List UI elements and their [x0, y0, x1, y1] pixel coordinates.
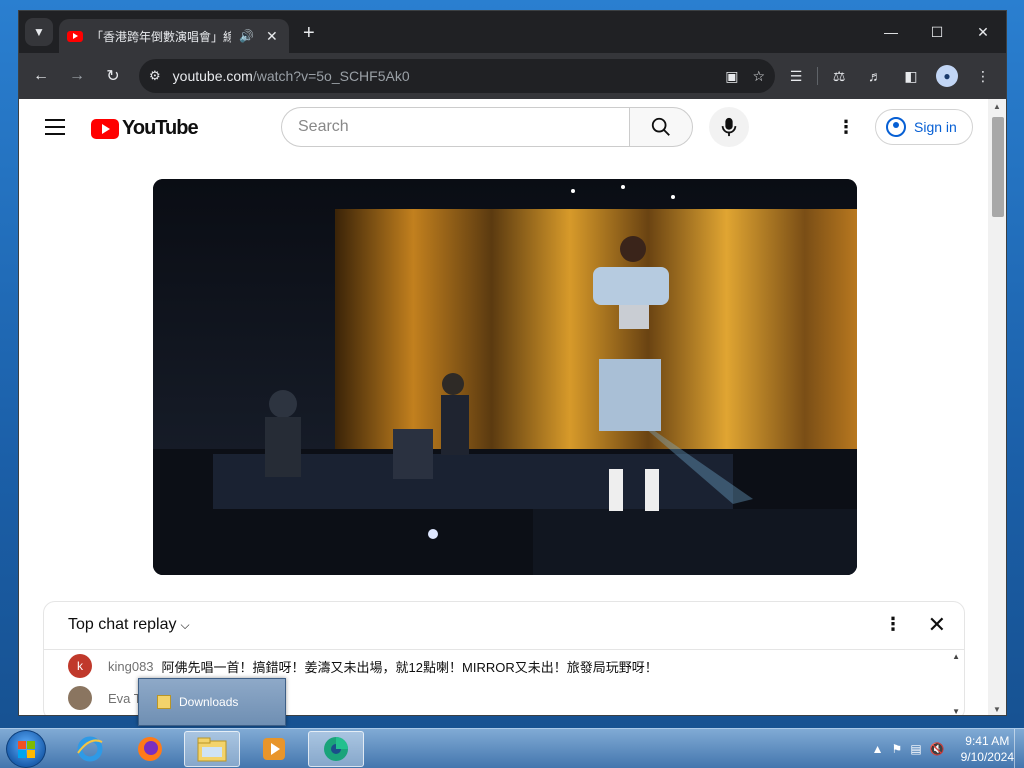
scroll-down-icon[interactable]: ▼	[993, 705, 1001, 714]
popup-label: Downloads	[179, 695, 239, 709]
scroll-up-icon[interactable]: ▲	[993, 102, 1001, 111]
window-controls: — ☐ ✕	[868, 11, 1006, 53]
chevron-down-icon: ⌵	[180, 618, 190, 632]
maximize-icon[interactable]: ☐	[914, 11, 960, 53]
scrollbar-thumb[interactable]	[992, 117, 1004, 217]
search-icon	[651, 117, 670, 136]
youtube-wordmark: YouTube	[122, 117, 199, 139]
clock-time: 9:41 AM	[965, 734, 1010, 748]
action-center-flag-icon[interactable]: ⚑	[892, 742, 903, 756]
chat-mode-dropdown[interactable]: Top chat replay ⌵	[68, 616, 190, 634]
taskbar-firefox[interactable]	[122, 731, 178, 767]
show-desktop-button[interactable]	[1014, 729, 1024, 768]
youtube-favicon-icon	[67, 30, 83, 42]
menu-kebab-icon[interactable]: ⋮	[968, 61, 998, 91]
chat-scroll-down-icon[interactable]: ▼	[952, 707, 960, 715]
taskbar-internet-explorer[interactable]	[62, 731, 118, 767]
bookmark-star-icon[interactable]: ☆	[752, 68, 765, 85]
forward-icon[interactable]: →	[59, 60, 95, 92]
youtube-page: YouTube ⋮ Sign in	[19, 99, 990, 715]
back-icon[interactable]: ←	[23, 60, 59, 92]
taskbar: ▲ ⚑ ▤ 🔇 9:41 AM 9/10/2024	[0, 728, 1024, 768]
network-icon[interactable]: ▤	[910, 742, 921, 756]
toolbar-divider	[817, 67, 818, 85]
show-hidden-icons-icon[interactable]: ▲	[872, 742, 884, 756]
tab-youtube[interactable]: 「香港跨年倒數演唱會」線上 🔊 ✕	[59, 19, 289, 53]
chat-header: Top chat replay ⌵ ⋮ ✕	[44, 602, 964, 650]
install-app-icon[interactable]: ▣	[725, 68, 738, 85]
browser-toolbar: ← → ↻ ⚙ youtube.com/watch?v=5o_SCHF5Ak0 …	[19, 53, 1006, 99]
youtube-logo[interactable]: YouTube	[91, 117, 199, 140]
taskbar-file-explorer[interactable]	[184, 731, 240, 767]
search-input[interactable]	[281, 107, 629, 147]
search-bar	[281, 107, 693, 147]
internet-explorer-icon	[77, 736, 103, 762]
tab-search-button[interactable]: ▼	[25, 18, 53, 46]
chat-scroll-up-icon[interactable]: ▲	[952, 652, 960, 661]
firefox-icon	[138, 737, 162, 761]
tab-title: 「香港跨年倒數演唱會」線上	[91, 29, 231, 44]
tab-strip: ▼ 「香港跨年倒數演唱會」線上 🔊 ✕ + — ☐ ✕	[19, 11, 1006, 53]
folder-icon	[197, 737, 227, 762]
hamburger-menu-icon[interactable]	[45, 119, 65, 135]
sign-in-button[interactable]: Sign in	[875, 109, 973, 145]
account-icon	[886, 117, 906, 137]
reload-icon[interactable]: ↻	[95, 60, 131, 92]
chat-author[interactable]: Eva T	[108, 691, 142, 706]
url-host: youtube.com	[172, 68, 253, 84]
video-player[interactable]	[153, 179, 857, 575]
voice-search-button[interactable]	[709, 107, 749, 147]
microphone-icon	[721, 117, 737, 137]
url-path: /watch?v=5o_SCHF5Ak0	[252, 68, 410, 84]
chrome-icon	[324, 737, 348, 761]
sign-in-label: Sign in	[914, 119, 957, 135]
site-info-icon[interactable]: ⚙	[149, 68, 161, 84]
youtube-header: YouTube ⋮ Sign in	[19, 99, 990, 155]
extensions-icon[interactable]: ☰	[781, 61, 811, 91]
chat-title: Top chat replay	[68, 616, 177, 633]
media-queue-icon[interactable]: ♬	[860, 61, 890, 91]
speaker-icon[interactable]: 🔊	[239, 29, 254, 43]
chevron-down-icon: ▼	[33, 25, 45, 39]
address-bar[interactable]: ⚙ youtube.com/watch?v=5o_SCHF5Ak0 ▣ ☆	[139, 59, 775, 93]
settings-kebab-icon[interactable]: ⋮	[837, 117, 855, 138]
chat-author[interactable]: king083	[108, 659, 154, 674]
browser-window: ▼ 「香港跨年倒數演唱會」線上 🔊 ✕ + — ☐ ✕ ← → ↻ ⚙ yout…	[18, 10, 1007, 716]
chat-kebab-icon[interactable]: ⋮	[884, 614, 902, 635]
system-tray: ▲ ⚑ ▤ 🔇 9:41 AM 9/10/2024	[872, 729, 1014, 768]
chat-avatar[interactable]	[68, 686, 92, 710]
start-button[interactable]	[6, 730, 46, 768]
video-frame-concert-stage	[153, 179, 857, 575]
taskbar-chrome[interactable]	[308, 731, 364, 767]
search-button[interactable]	[629, 107, 693, 147]
windows-logo-icon	[18, 741, 36, 759]
page-scrollbar[interactable]: ▲ ▼	[988, 99, 1006, 715]
new-tab-icon[interactable]: +	[303, 22, 315, 45]
chat-text: 阿佛先唱一首！搞錯呀！姜濤又未出場，就12點喇！MIRROR又未出！旅發局玩野呀…	[161, 659, 658, 675]
minimize-icon[interactable]: —	[868, 11, 914, 53]
taskbar-media-player[interactable]	[246, 731, 302, 767]
toolbar-right: ☰ ⚖ ♬ ◧ ● ⋮	[781, 61, 998, 91]
taskbar-thumbnail-popup[interactable]: Downloads	[138, 678, 286, 726]
close-icon[interactable]: ✕	[960, 11, 1006, 53]
chat-close-icon[interactable]: ✕	[928, 612, 946, 638]
profile-avatar-icon[interactable]: ●	[936, 65, 958, 87]
side-panel-icon[interactable]: ◧	[896, 61, 926, 91]
chat-avatar[interactable]: k	[68, 654, 92, 678]
clock-date: 9/10/2024	[960, 750, 1014, 764]
tab-close-icon[interactable]: ✕	[266, 28, 278, 45]
labs-flask-icon[interactable]: ⚖	[824, 61, 854, 91]
clock[interactable]: 9:41 AM 9/10/2024	[961, 733, 1014, 765]
volume-muted-icon[interactable]: 🔇	[930, 742, 945, 756]
media-player-icon	[263, 738, 285, 760]
youtube-play-icon	[91, 118, 119, 139]
folder-icon	[157, 695, 171, 709]
